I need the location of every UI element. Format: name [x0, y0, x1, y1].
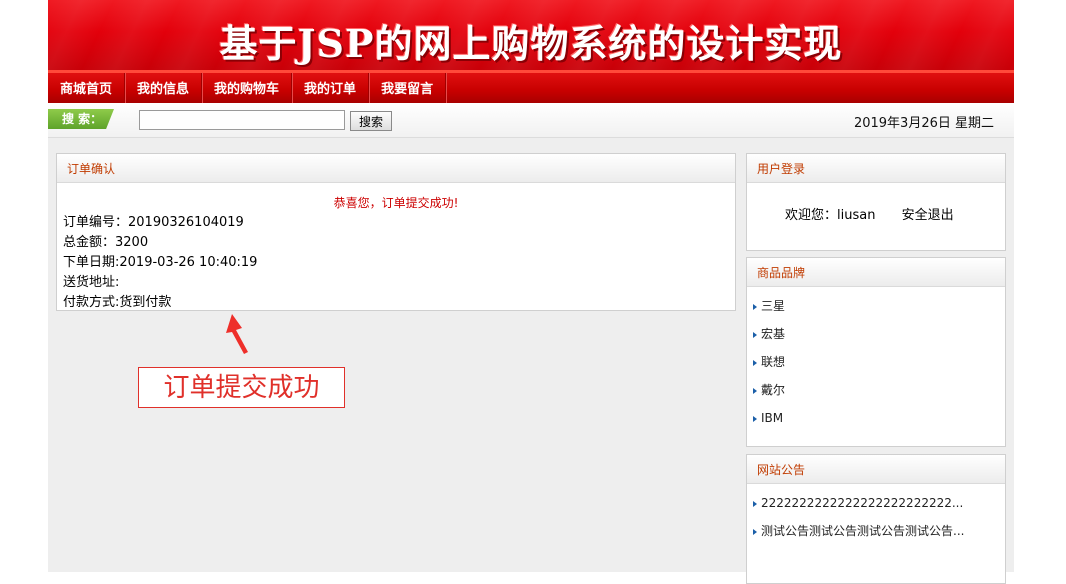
page-container: 基于JSP的网上购物系统的设计实现 商城首页 我的信息 我的购物车 我的订单 我… — [48, 0, 1014, 584]
annotation-label: 订单提交成功 — [138, 367, 345, 408]
annotation-arrow-icon — [226, 314, 248, 354]
